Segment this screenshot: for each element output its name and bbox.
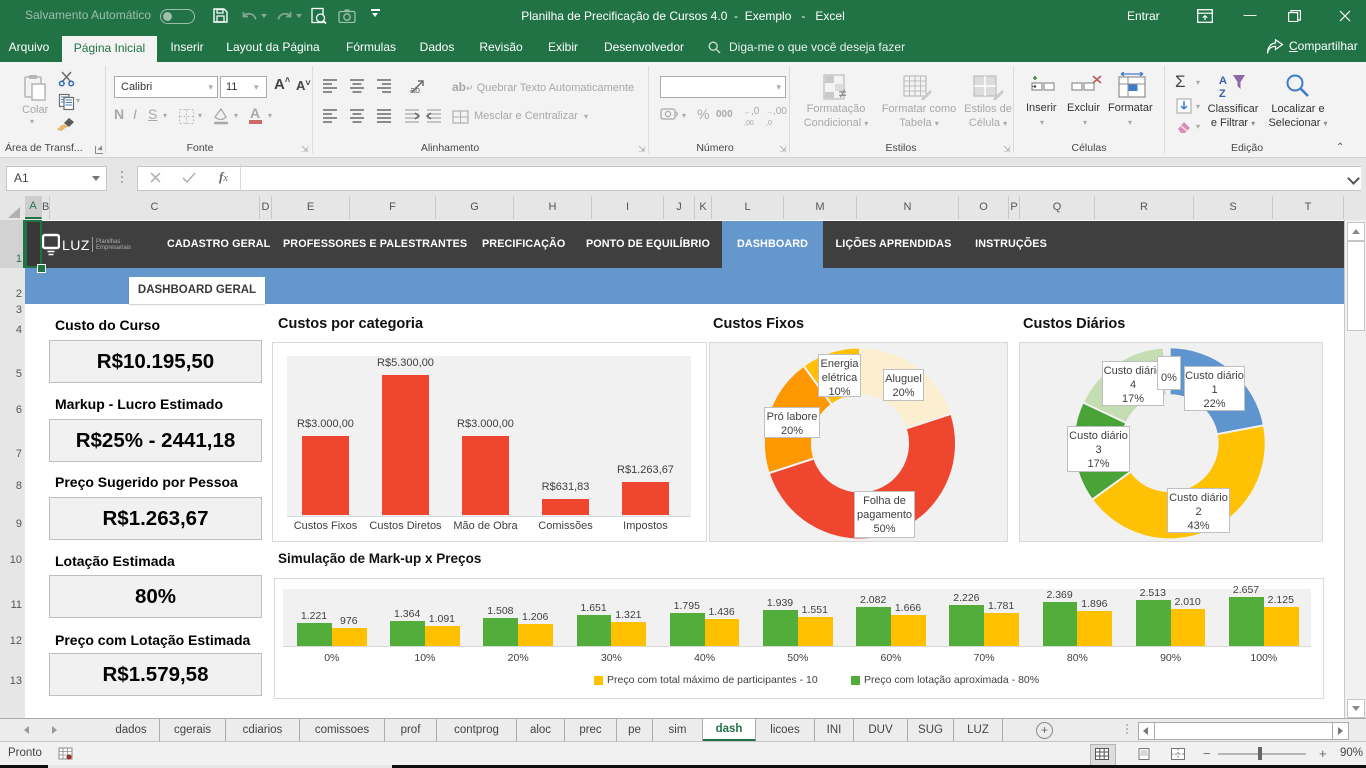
svg-text:Z: Z [1219, 88, 1226, 99]
svg-text:ab: ab [410, 85, 420, 94]
svg-text:≠: ≠ [839, 86, 846, 100]
svg-text:A: A [1219, 75, 1227, 87]
